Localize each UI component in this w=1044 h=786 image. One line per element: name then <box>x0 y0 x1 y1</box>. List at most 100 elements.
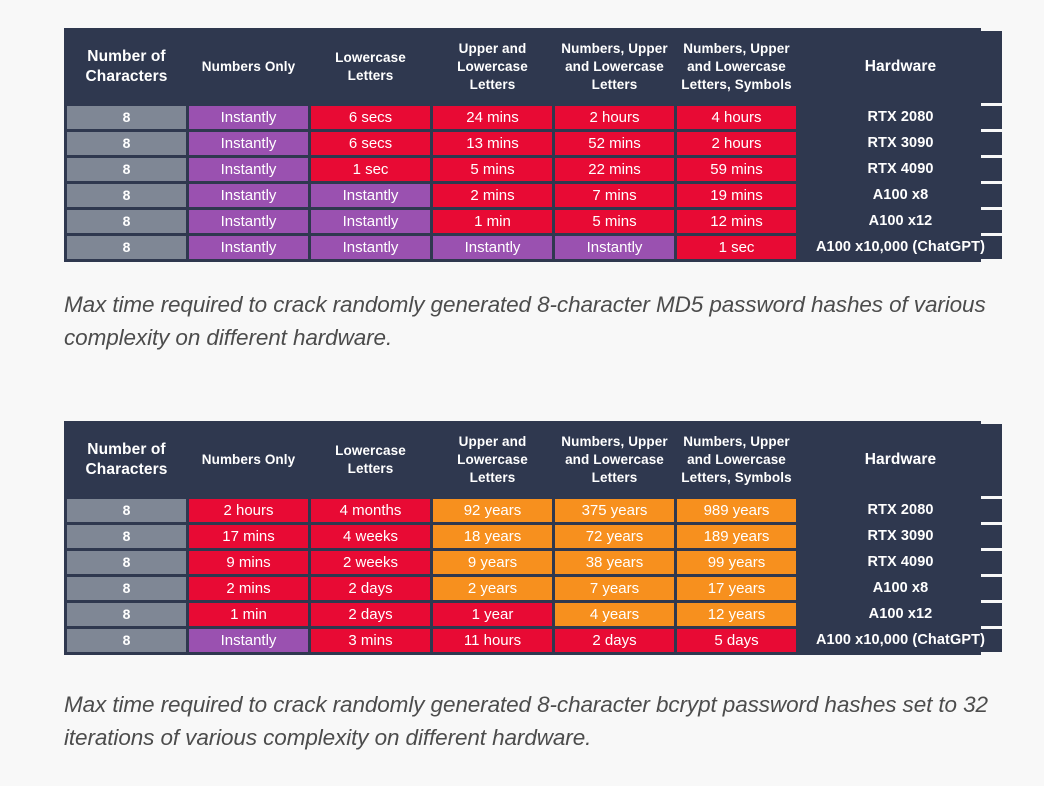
cell-numbers-only: Instantly <box>189 629 308 652</box>
cell-num-upper-lower-sym: 99 years <box>677 551 796 574</box>
cell-chars: 8 <box>67 184 186 207</box>
cell-num-upper-lower: 375 years <box>555 499 674 522</box>
table-row: 8 Instantly Instantly 2 mins 7 mins 19 m… <box>67 184 1002 207</box>
cell-upper-lower: 1 year <box>433 603 552 626</box>
cell-chars: 8 <box>67 210 186 233</box>
cell-upper-lower: 2 mins <box>433 184 552 207</box>
cell-hardware: A100 x8 <box>799 184 1002 207</box>
bcrypt-table-head: Number of Characters Numbers Only Lowerc… <box>67 424 1002 496</box>
cell-lowercase: 4 weeks <box>311 525 430 548</box>
bcrypt-caption: Max time required to crack randomly gene… <box>64 692 988 751</box>
cell-lowercase: 4 months <box>311 499 430 522</box>
cell-num-upper-lower-sym: 1 sec <box>677 236 796 259</box>
cell-lowercase: 6 secs <box>311 132 430 155</box>
cell-hardware: A100 x10,000 (ChatGPT) <box>799 629 1002 652</box>
table-row: 8 2 hours 4 months 92 years 375 years 98… <box>67 499 1002 522</box>
cell-numbers-only: Instantly <box>189 236 308 259</box>
column-header-number-of-characters: Number of Characters <box>67 31 186 103</box>
md5-table-body: 8 Instantly 6 secs 24 mins 2 hours 4 hou… <box>67 106 1002 259</box>
bcrypt-table-body: 8 2 hours 4 months 92 years 375 years 98… <box>67 499 1002 652</box>
cell-numbers-only: 17 mins <box>189 525 308 548</box>
column-header-numbers-upper-lowercase-letters-symbols: Numbers, Upper and Lowercase Letters, Sy… <box>677 31 796 103</box>
cell-hardware: A100 x12 <box>799 603 1002 626</box>
cell-lowercase: Instantly <box>311 184 430 207</box>
column-header-upper-and-lowercase-letters: Upper and Lowercase Letters <box>433 424 552 496</box>
cell-numbers-only: 2 hours <box>189 499 308 522</box>
table-row: 8 Instantly 3 mins 11 hours 2 days 5 day… <box>67 629 1002 652</box>
cell-num-upper-lower: 38 years <box>555 551 674 574</box>
cell-num-upper-lower: 4 years <box>555 603 674 626</box>
column-header-numbers-upper-lowercase-letters: Numbers, Upper and Lowercase Letters <box>555 424 674 496</box>
cell-num-upper-lower-sym: 12 mins <box>677 210 796 233</box>
cell-chars: 8 <box>67 629 186 652</box>
cell-num-upper-lower: 7 mins <box>555 184 674 207</box>
md5-table-head: Number of Characters Numbers Only Lowerc… <box>67 31 1002 103</box>
cell-num-upper-lower-sym: 17 years <box>677 577 796 600</box>
bcrypt-table: Number of Characters Numbers Only Lowerc… <box>64 421 1005 655</box>
table-row: 8 2 mins 2 days 2 years 7 years 17 years… <box>67 577 1002 600</box>
column-header-numbers-upper-lowercase-letters-symbols: Numbers, Upper and Lowercase Letters, Sy… <box>677 424 796 496</box>
cell-lowercase: 3 mins <box>311 629 430 652</box>
cell-hardware: RTX 4090 <box>799 551 1002 574</box>
cell-upper-lower: 18 years <box>433 525 552 548</box>
cell-chars: 8 <box>67 106 186 129</box>
cell-num-upper-lower-sym: 4 hours <box>677 106 796 129</box>
table-row: 8 17 mins 4 weeks 18 years 72 years 189 … <box>67 525 1002 548</box>
cell-upper-lower: 2 years <box>433 577 552 600</box>
cell-upper-lower: 92 years <box>433 499 552 522</box>
cell-numbers-only: Instantly <box>189 132 308 155</box>
table-row: 8 Instantly 6 secs 24 mins 2 hours 4 hou… <box>67 106 1002 129</box>
cell-num-upper-lower-sym: 2 hours <box>677 132 796 155</box>
cell-num-upper-lower-sym: 989 years <box>677 499 796 522</box>
table-row: 8 Instantly 1 sec 5 mins 22 mins 59 mins… <box>67 158 1002 181</box>
cell-chars: 8 <box>67 577 186 600</box>
cell-upper-lower: 5 mins <box>433 158 552 181</box>
cell-num-upper-lower-sym: 59 mins <box>677 158 796 181</box>
cell-hardware: RTX 2080 <box>799 499 1002 522</box>
cell-hardware: RTX 2080 <box>799 106 1002 129</box>
cell-num-upper-lower: 2 days <box>555 629 674 652</box>
cell-numbers-only: Instantly <box>189 184 308 207</box>
column-header-hardware: Hardware <box>799 31 1002 103</box>
cell-chars: 8 <box>67 158 186 181</box>
cell-num-upper-lower-sym: 12 years <box>677 603 796 626</box>
table-row: 8 Instantly Instantly Instantly Instantl… <box>67 236 1002 259</box>
cell-hardware: A100 x8 <box>799 577 1002 600</box>
cell-lowercase: 2 days <box>311 603 430 626</box>
cell-upper-lower: 13 mins <box>433 132 552 155</box>
cell-num-upper-lower-sym: 189 years <box>677 525 796 548</box>
column-header-numbers-only: Numbers Only <box>189 424 308 496</box>
table-row: 8 Instantly Instantly 1 min 5 mins 12 mi… <box>67 210 1002 233</box>
column-header-upper-and-lowercase-letters: Upper and Lowercase Letters <box>433 31 552 103</box>
table-header-row: Number of Characters Numbers Only Lowerc… <box>67 424 1002 496</box>
cell-chars: 8 <box>67 236 186 259</box>
cell-upper-lower: 9 years <box>433 551 552 574</box>
cell-num-upper-lower: 2 hours <box>555 106 674 129</box>
md5-table: Number of Characters Numbers Only Lowerc… <box>64 28 1005 262</box>
md5-table-block: Number of Characters Numbers Only Lowerc… <box>64 28 1002 262</box>
cell-num-upper-lower: Instantly <box>555 236 674 259</box>
cell-upper-lower: 11 hours <box>433 629 552 652</box>
cell-chars: 8 <box>67 132 186 155</box>
cell-num-upper-lower: 52 mins <box>555 132 674 155</box>
column-header-numbers-upper-lowercase-letters: Numbers, Upper and Lowercase Letters <box>555 31 674 103</box>
cell-hardware: A100 x10,000 (ChatGPT) <box>799 236 1002 259</box>
column-header-number-of-characters: Number of Characters <box>67 424 186 496</box>
cell-lowercase: 2 weeks <box>311 551 430 574</box>
cell-numbers-only: 2 mins <box>189 577 308 600</box>
cell-lowercase: Instantly <box>311 236 430 259</box>
table-row: 8 9 mins 2 weeks 9 years 38 years 99 yea… <box>67 551 1002 574</box>
cell-num-upper-lower: 7 years <box>555 577 674 600</box>
cell-lowercase: Instantly <box>311 210 430 233</box>
cell-num-upper-lower-sym: 19 mins <box>677 184 796 207</box>
cell-numbers-only: Instantly <box>189 106 308 129</box>
bcrypt-table-block: Number of Characters Numbers Only Lowerc… <box>64 421 1002 655</box>
cell-lowercase: 6 secs <box>311 106 430 129</box>
cell-num-upper-lower: 22 mins <box>555 158 674 181</box>
table-row: 8 Instantly 6 secs 13 mins 52 mins 2 hou… <box>67 132 1002 155</box>
column-header-hardware: Hardware <box>799 424 1002 496</box>
table-row: 8 1 min 2 days 1 year 4 years 12 years A… <box>67 603 1002 626</box>
column-header-lowercase-letters: Lowercase Letters <box>311 31 430 103</box>
cell-numbers-only: 1 min <box>189 603 308 626</box>
cell-chars: 8 <box>67 499 186 522</box>
